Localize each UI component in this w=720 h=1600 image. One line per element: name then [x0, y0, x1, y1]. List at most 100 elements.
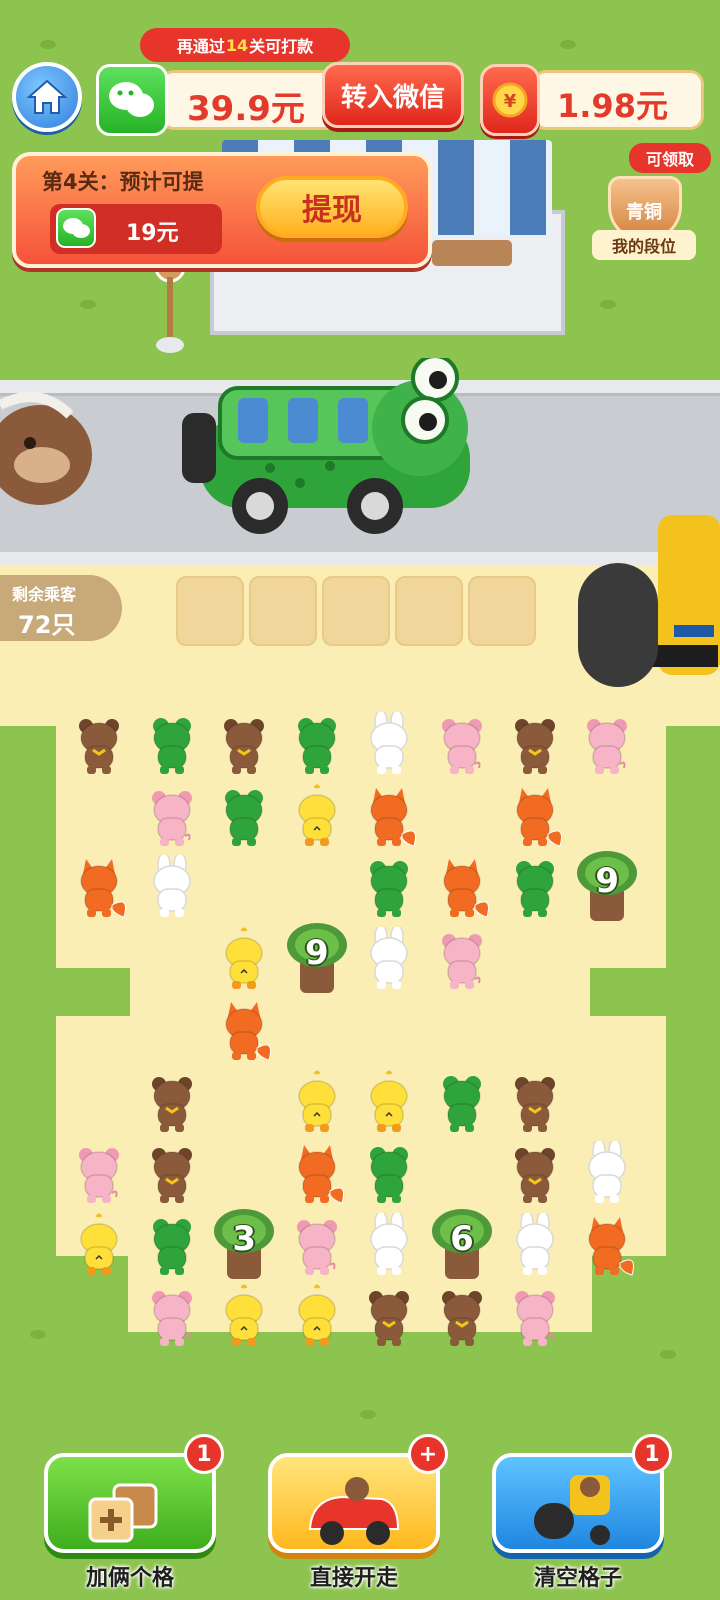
passenger-frog[interactable]: [209, 780, 279, 852]
passenger-fox[interactable]: [500, 780, 570, 852]
bear-icon: [514, 719, 555, 774]
passenger-pig[interactable]: [572, 708, 642, 780]
red-packet-icon[interactable]: ¥: [480, 64, 540, 136]
passenger-pig[interactable]: [137, 780, 207, 852]
home-button[interactable]: [12, 62, 82, 132]
passenger-fox[interactable]: [354, 780, 424, 852]
passenger-chick[interactable]: [282, 1066, 352, 1138]
passenger-frog[interactable]: [282, 708, 352, 780]
passenger-chick[interactable]: [209, 923, 279, 995]
bear-icon: [151, 1076, 192, 1132]
remaining-label: 剩余乘客: [12, 585, 77, 604]
tree-obstacle: 3: [209, 1208, 279, 1281]
passenger-bear[interactable]: [354, 1280, 424, 1352]
queue-slot: [322, 576, 390, 646]
level-panel: 第4关：预计可提 19元 提现: [12, 152, 432, 268]
fox-icon: [225, 1002, 272, 1061]
passenger-fox[interactable]: [64, 851, 134, 923]
wechat-logo-icon: [109, 82, 154, 117]
passenger-frog[interactable]: [354, 851, 424, 923]
pig-icon: [79, 1148, 119, 1203]
passenger-frog[interactable]: [500, 851, 570, 923]
passenger-chick[interactable]: [209, 1280, 279, 1352]
tool-badge: +: [408, 1434, 448, 1474]
signpost: [154, 255, 186, 353]
bear-icon: [151, 1148, 192, 1203]
passenger-pig[interactable]: [137, 1280, 207, 1352]
tooltip-levels: 14: [225, 35, 249, 55]
pig-icon: [442, 719, 482, 774]
bear-icon: [369, 1291, 410, 1346]
fox-icon: [443, 859, 489, 918]
passenger-fox[interactable]: [282, 1137, 352, 1209]
frog-icon: [370, 1147, 409, 1203]
passenger-bear[interactable]: [137, 1066, 207, 1138]
passenger-rabbit[interactable]: [500, 1209, 570, 1281]
bear-icon: [442, 1291, 482, 1346]
passenger-fox[interactable]: [209, 994, 279, 1066]
wechat-icon: [96, 64, 168, 136]
passenger-fox[interactable]: [427, 851, 497, 923]
passenger-chick[interactable]: [282, 780, 352, 852]
passenger-pig[interactable]: [500, 1280, 570, 1352]
svg-text:¥: ¥: [504, 91, 517, 112]
rank-tier: 青铜: [626, 202, 662, 223]
tree-count: 9: [304, 932, 329, 973]
passenger-chick[interactable]: [354, 1066, 424, 1138]
passenger-chick[interactable]: [64, 1209, 134, 1281]
transfer-to-wechat-button[interactable]: 转入微信: [322, 62, 464, 128]
passenger-fox[interactable]: [572, 1209, 642, 1281]
level-amount-box: 19元: [50, 204, 222, 254]
passenger-rabbit[interactable]: [354, 923, 424, 995]
remaining-passengers: 剩余乘客 72只: [0, 575, 122, 641]
passenger-rabbit[interactable]: [137, 851, 207, 923]
wechat-balance-panel: 39.9元: [160, 70, 340, 130]
passenger-bear[interactable]: [500, 1137, 570, 1209]
passenger-frog[interactable]: [137, 708, 207, 780]
board-notch: [0, 968, 128, 1014]
passenger-rabbit[interactable]: [572, 1137, 642, 1209]
passenger-frog[interactable]: [427, 1066, 497, 1138]
pig-icon: [587, 719, 628, 774]
passenger-rabbit[interactable]: [354, 708, 424, 780]
wechat-icon: [56, 208, 96, 248]
passenger-pig[interactable]: [427, 923, 497, 995]
frog-icon: [225, 789, 264, 846]
rank-badge[interactable]: 青铜 我的段位: [588, 170, 700, 264]
passenger-bear[interactable]: [137, 1137, 207, 1209]
fox-icon: [515, 787, 562, 847]
passenger-bear[interactable]: [500, 1066, 570, 1138]
board-notch: [0, 734, 52, 854]
passenger-frog[interactable]: [354, 1137, 424, 1209]
pig-icon: [442, 933, 482, 989]
queue-slot: [468, 576, 536, 646]
passenger-chick[interactable]: [282, 1280, 352, 1352]
grass-spot: [30, 1330, 46, 1339]
passenger-pig[interactable]: [427, 708, 497, 780]
bear-icon: [79, 719, 119, 774]
bear-icon: [224, 719, 265, 774]
rabbit-icon: [588, 1141, 626, 1203]
passenger-pig[interactable]: [64, 1137, 134, 1209]
passenger-bear[interactable]: [500, 708, 570, 780]
passenger-pig[interactable]: [282, 1209, 352, 1281]
grass-spot: [560, 40, 576, 49]
withdraw-button[interactable]: 提现: [256, 176, 408, 238]
bear-driver-icon: [0, 392, 92, 505]
passenger-rabbit[interactable]: [354, 1209, 424, 1281]
chick-icon: [370, 1070, 409, 1132]
claim-tag: 可领取: [629, 143, 711, 173]
frog-bus[interactable]: [180, 358, 492, 538]
passenger-bear[interactable]: [427, 1280, 497, 1352]
tool-label: 清空格子: [533, 1566, 622, 1591]
race-car-icon: [308, 1477, 400, 1545]
shop-bench: [432, 240, 512, 266]
passenger-bear[interactable]: [209, 708, 279, 780]
passenger-frog[interactable]: [137, 1209, 207, 1281]
passenger-bear[interactable]: [64, 708, 134, 780]
road-roller-icon: [534, 1475, 610, 1545]
add-slot-icon: [88, 1483, 158, 1543]
frog-icon: [152, 1218, 191, 1275]
frog-icon: [515, 861, 554, 917]
pig-icon: [514, 1291, 555, 1346]
